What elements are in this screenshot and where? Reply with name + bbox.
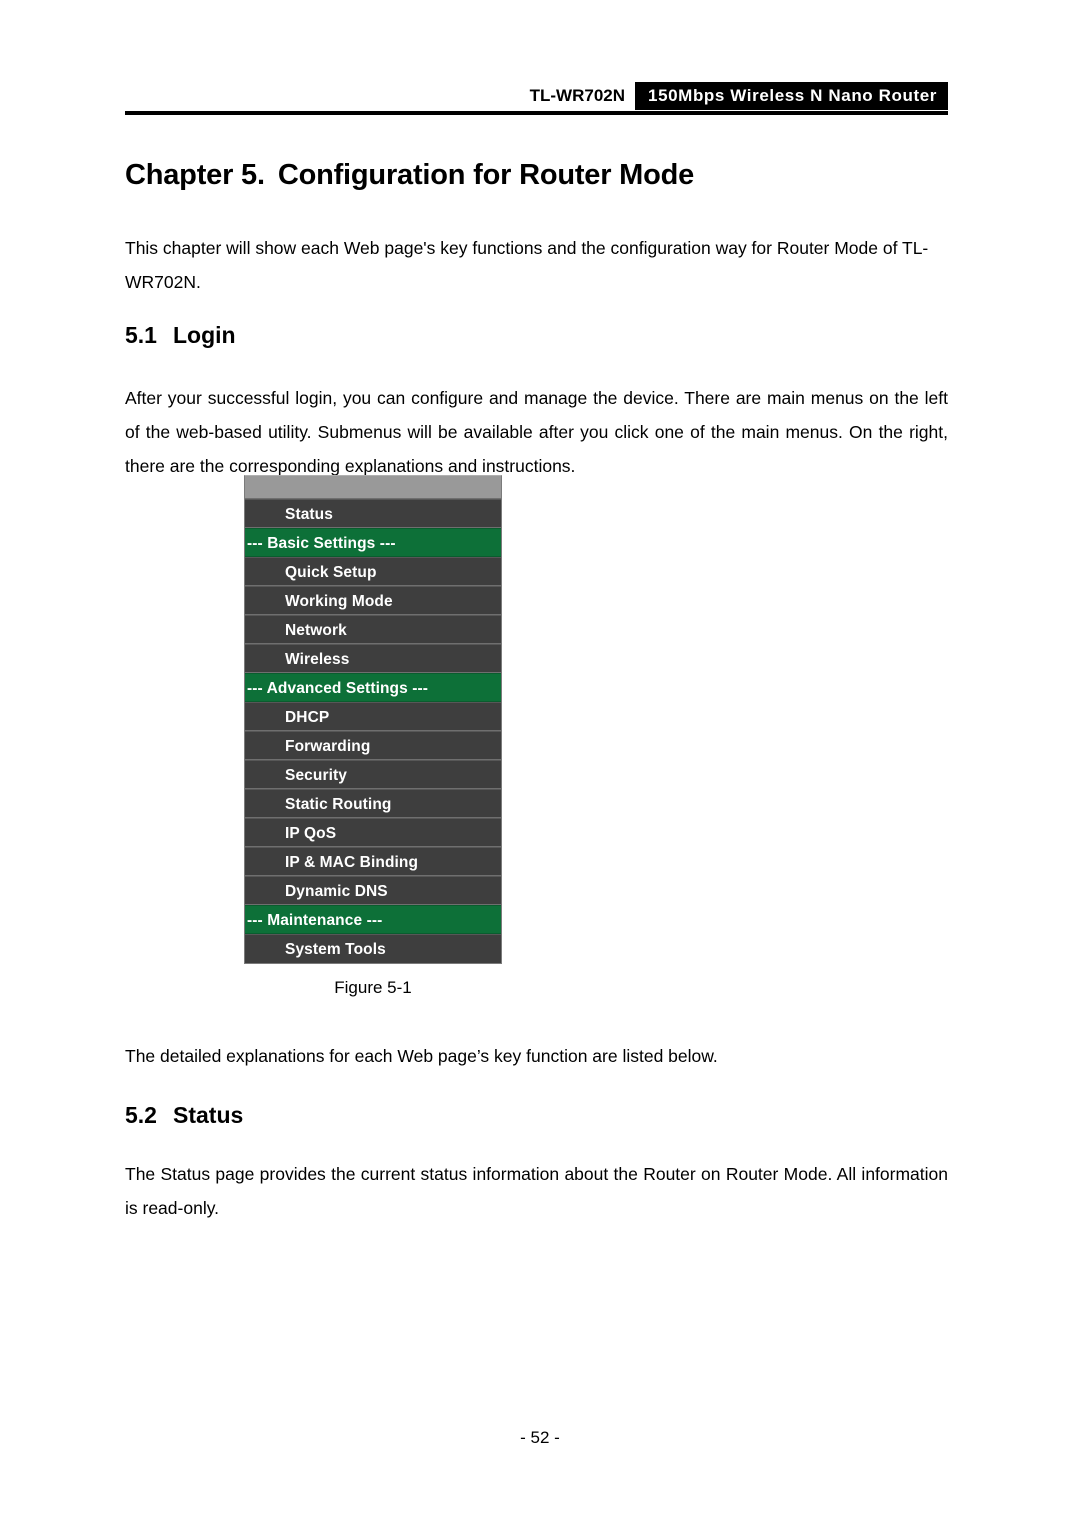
section-title-login: Login [173, 322, 236, 349]
menu-item-system-tools[interactable]: System Tools [245, 934, 501, 963]
menu-item-security[interactable]: Security [245, 760, 501, 789]
section-number-status: 5.2 [125, 1102, 157, 1129]
login-paragraph: After your successful login, you can con… [125, 387, 948, 476]
section-title-status: Status [173, 1102, 244, 1129]
header-product-tagline: 150Mbps Wireless N Nano Router [635, 82, 948, 110]
menu-item-static-routing[interactable]: Static Routing [245, 789, 501, 818]
page-number-footer: - 52 - [520, 1428, 560, 1447]
menu-item-wireless[interactable]: Wireless [245, 644, 501, 673]
menu-item-dhcp[interactable]: DHCP [245, 702, 501, 731]
menu-item-ip-qos[interactable]: IP QoS [245, 818, 501, 847]
chapter-label: Chapter 5. [125, 159, 265, 192]
header-divider-rule [125, 111, 948, 115]
header-row: TL-WR702N 150Mbps Wireless N Nano Router [125, 82, 948, 110]
status-paragraph: The Status page provides the current sta… [125, 1163, 948, 1218]
intro-paragraph: This chapter will show each Web page's k… [125, 237, 929, 292]
router-navigation-menu: Status --- Basic Settings --- Quick Setu… [244, 475, 502, 964]
section-heading-status: 5.2 Status [125, 1102, 243, 1129]
menu-section-advanced-settings: --- Advanced Settings --- [245, 673, 501, 702]
section-heading-login: 5.1 Login [125, 322, 236, 349]
section-number-login: 5.1 [125, 322, 157, 349]
header-model-name: TL-WR702N [529, 86, 626, 105]
menu-section-maintenance: --- Maintenance --- [245, 905, 501, 934]
menu-item-quick-setup[interactable]: Quick Setup [245, 557, 501, 586]
menu-item-status[interactable]: Status [245, 499, 501, 528]
detail-paragraph: The detailed explanations for each Web p… [125, 1045, 718, 1066]
menu-item-ip-mac-binding[interactable]: IP & MAC Binding [245, 847, 501, 876]
figure-caption: Figure 5-1 [334, 978, 412, 997]
menu-top-bar [245, 476, 501, 499]
menu-item-dynamic-dns[interactable]: Dynamic DNS [245, 876, 501, 905]
chapter-title-text: Configuration for Router Mode [277, 159, 695, 192]
menu-item-network[interactable]: Network [245, 615, 501, 644]
menu-item-working-mode[interactable]: Working Mode [245, 586, 501, 615]
figure-router-menu: Status --- Basic Settings --- Quick Setu… [244, 475, 502, 964]
chapter-title: Chapter 5. Configuration for Router Mode [125, 159, 694, 192]
menu-item-forwarding[interactable]: Forwarding [245, 731, 501, 760]
menu-section-basic-settings: --- Basic Settings --- [245, 528, 501, 557]
page-header: TL-WR702N 150Mbps Wireless N Nano Router [125, 82, 948, 115]
